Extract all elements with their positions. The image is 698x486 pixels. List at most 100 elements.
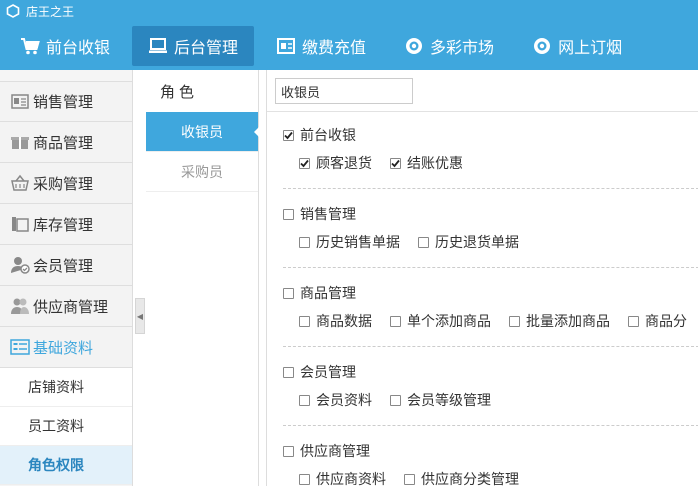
permission-group-header: 会员管理 [283,358,698,386]
permission-panel: 前台收银 顾客退货 结账优惠 销售管理 历史销售单据 历史退货单据 商品管理 商… [266,70,698,486]
circle-target-icon [404,36,424,56]
permission-items: 顾客退货 结账优惠 [283,149,698,177]
checkbox-checked-icon [283,129,294,141]
sidebar-item-label: 采购管理 [33,174,94,193]
sidebar-item-inventory[interactable]: 库存管理 [0,204,132,245]
receipt-icon [10,93,30,111]
role-item-cashier[interactable]: 收银员 [146,112,259,152]
nav-label: 网上订烟 [558,38,623,57]
window-title: 店王之王 [26,4,75,19]
sidebar-item-label: 基础资料 [33,338,94,357]
permission-group: 前台收银 顾客退货 结账优惠 [283,121,698,189]
role-name-input[interactable] [275,78,413,104]
permission-checkbox[interactable]: 商品数据 [299,311,372,331]
basket-icon [10,174,30,192]
permission-checkbox[interactable]: 商品管理 [283,283,356,303]
circle-target-icon [532,36,552,56]
nav-label: 前台收银 [46,38,111,57]
nav-backend-management[interactable]: 后台管理 [132,26,255,66]
checkbox-empty-icon [299,394,310,406]
permission-checkbox[interactable]: 历史销售单据 [299,232,400,252]
sidebar-subitem-staff-info[interactable]: 员工资料 [0,407,132,446]
sidebar-subitem-store-info[interactable]: 店铺资料 [0,368,132,407]
member-icon [10,256,30,274]
sidebar-item-suppliers[interactable]: 供应商管理 [0,286,132,327]
permission-group-header: 前台收银 [283,121,698,149]
nav-market[interactable]: 多彩市场 [388,26,510,66]
sidebar-item-basic-data[interactable]: 基础资料 [0,327,132,368]
checkbox-empty-icon [283,366,294,378]
permission-checkbox[interactable]: 商品分 [628,311,687,331]
nav-front-cashier[interactable]: 前台收银 [4,26,126,66]
divider [267,111,698,112]
permission-checkbox[interactable]: 会员管理 [283,362,356,382]
top-nav: 前台收银 后台管理 缴费充值 多彩市场 网上订烟 [0,22,698,70]
sidebar-item-goods[interactable]: 商品管理 [0,122,132,163]
role-list-header: 角色 [160,82,199,101]
permission-checkbox[interactable]: 会员资料 [299,390,372,410]
app-logo-icon [6,4,20,18]
sidebar-item-members[interactable]: 会员管理 [0,245,132,286]
bill-icon [276,36,296,56]
sidebar: 销售管理 商品管理 采购管理 库存管理 会员管理 供应商管理 基础资料 店铺资料… [0,70,133,486]
checkbox-empty-icon [628,315,639,327]
nav-recharge[interactable]: 缴费充值 [260,26,382,66]
permission-checkbox[interactable]: 会员等级管理 [390,390,491,410]
nav-label: 后台管理 [174,38,239,57]
checkbox-empty-icon [509,315,520,327]
sidebar-item-purchase[interactable]: 采购管理 [0,163,132,204]
monitor-icon [148,36,168,56]
permission-items: 商品数据 单个添加商品 批量添加商品 商品分 [283,307,698,335]
permission-checkbox[interactable]: 结账优惠 [390,153,463,173]
permission-group: 会员管理 会员资料 会员等级管理 [283,358,698,426]
role-list: 角色 收银员 采购员 [146,70,259,486]
permission-group: 销售管理 历史销售单据 历史退货单据 [283,200,698,268]
checkbox-checked-icon [390,157,401,169]
copy-icon [10,215,30,233]
checkbox-empty-icon [404,473,415,485]
checkbox-empty-icon [299,315,310,327]
nav-label: 多彩市场 [430,38,495,57]
users-icon [10,297,30,315]
gift-icon [10,133,30,151]
checkbox-empty-icon [390,315,401,327]
permission-group-header: 商品管理 [283,279,698,307]
chevron-left-icon: ◀ [136,311,144,321]
checkbox-empty-icon [390,394,401,406]
permission-checkbox[interactable]: 供应商分类管理 [404,469,519,486]
sidebar-item-sales[interactable]: 销售管理 [0,81,132,122]
sidebar-item-label: 会员管理 [33,256,94,275]
checkbox-empty-icon [283,287,294,299]
cart-icon [20,36,40,56]
permission-checkbox[interactable]: 供应商管理 [283,441,370,461]
list-icon [10,338,30,356]
checkbox-empty-icon [283,208,294,220]
nav-order-online[interactable]: 网上订烟 [516,26,638,66]
title-bar: 店王之王 [0,0,698,22]
permission-checkbox[interactable]: 供应商资料 [299,469,386,486]
sidebar-collapse-handle[interactable]: ◀ [135,298,145,334]
permission-items: 会员资料 会员等级管理 [283,386,698,414]
nav-label: 缴费充值 [302,38,367,57]
permission-group: 供应商管理 供应商资料 供应商分类管理 [283,437,698,486]
sidebar-item-label: 供应商管理 [33,297,109,316]
permission-checkbox[interactable]: 销售管理 [283,204,356,224]
permission-checkbox[interactable]: 前台收银 [283,125,356,145]
sidebar-item-label: 库存管理 [33,215,94,234]
permission-items: 历史销售单据 历史退货单据 [283,228,698,256]
checkbox-empty-icon [299,473,310,485]
permission-checkbox[interactable]: 单个添加商品 [390,311,491,331]
permission-items: 供应商资料 供应商分类管理 [283,465,698,486]
permission-checkbox[interactable]: 顾客退货 [299,153,372,173]
checkbox-empty-icon [418,236,429,248]
permission-group: 商品管理 商品数据 单个添加商品 批量添加商品 商品分 [283,279,698,347]
permission-group-header: 供应商管理 [283,437,698,465]
sidebar-item-label: 销售管理 [33,93,94,111]
permission-checkbox[interactable]: 批量添加商品 [509,311,610,331]
checkbox-empty-icon [299,236,310,248]
checkbox-checked-icon [299,157,310,169]
sidebar-subitem-role-permission[interactable]: 角色权限 [0,446,132,485]
role-item-purchaser[interactable]: 采购员 [146,152,258,192]
sidebar-item-label: 商品管理 [33,133,94,152]
permission-checkbox[interactable]: 历史退货单据 [418,232,519,252]
